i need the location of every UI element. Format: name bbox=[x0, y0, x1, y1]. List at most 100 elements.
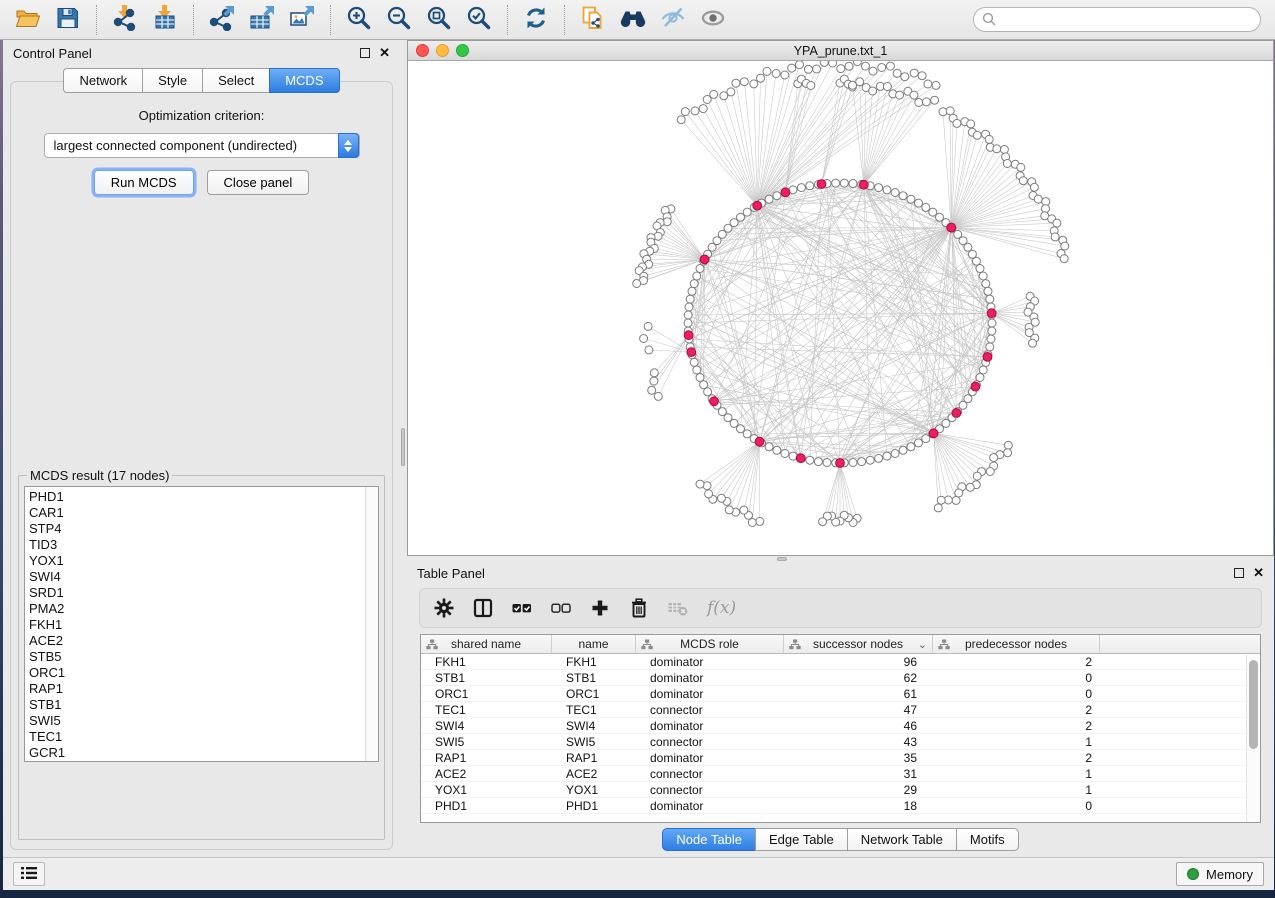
network-node[interactable] bbox=[883, 186, 891, 194]
tab-select[interactable]: Select bbox=[202, 68, 269, 93]
table-row[interactable]: ORC1ORC1dominator610 bbox=[421, 686, 1260, 702]
network-node[interactable] bbox=[823, 459, 831, 467]
network-node[interactable] bbox=[1000, 146, 1008, 154]
mcds-node[interactable] bbox=[983, 353, 992, 362]
mcds-result-item[interactable]: PHD1 bbox=[29, 489, 378, 505]
mcds-result-item[interactable]: SWI5 bbox=[29, 713, 378, 729]
network-node[interactable] bbox=[788, 64, 796, 72]
mcds-node[interactable] bbox=[987, 309, 996, 318]
mcds-result-item[interactable]: STB5 bbox=[29, 649, 378, 665]
network-node[interactable] bbox=[869, 67, 877, 75]
network-node[interactable] bbox=[986, 468, 994, 476]
network-node[interactable] bbox=[1017, 163, 1025, 171]
network-node[interactable] bbox=[915, 439, 923, 447]
network-node[interactable] bbox=[1060, 255, 1068, 263]
network-node[interactable] bbox=[737, 213, 745, 221]
network-node[interactable] bbox=[725, 506, 733, 514]
network-node[interactable] bbox=[640, 335, 648, 343]
window-close-icon[interactable] bbox=[416, 44, 429, 57]
network-node[interactable] bbox=[883, 83, 891, 91]
mcds-result-item[interactable]: TID3 bbox=[29, 537, 378, 553]
network-node[interactable] bbox=[1004, 449, 1012, 457]
mcds-node[interactable] bbox=[755, 437, 764, 446]
column-header-predecessor-nodes[interactable]: predecessor nodes bbox=[933, 635, 1100, 653]
network-node[interactable] bbox=[849, 180, 857, 188]
network-node[interactable] bbox=[648, 386, 656, 394]
task-history-button[interactable] bbox=[13, 862, 45, 886]
network-node[interactable] bbox=[875, 454, 883, 462]
window-maximize-icon[interactable] bbox=[456, 44, 469, 57]
mcds-result-list[interactable]: PHD1CAR1STP4TID3YOX1SWI4SRD1PMA2FKH1ACE2… bbox=[24, 486, 379, 762]
network-node[interactable] bbox=[690, 280, 698, 288]
mcds-node[interactable] bbox=[753, 201, 762, 210]
toggle-columns-icon[interactable] bbox=[473, 598, 493, 618]
mcds-result-item[interactable]: FKH1 bbox=[29, 617, 378, 633]
vertical-splitter[interactable] bbox=[400, 40, 407, 857]
mcds-node[interactable] bbox=[947, 223, 956, 232]
column-header-successor-nodes[interactable]: successor nodes⌄ bbox=[784, 635, 933, 653]
network-node[interactable] bbox=[832, 179, 840, 187]
column-header-name[interactable]: name bbox=[552, 635, 636, 653]
hide-selected-button[interactable] bbox=[653, 4, 693, 36]
network-node[interactable] bbox=[717, 494, 725, 502]
mcds-result-item[interactable]: GCR1 bbox=[29, 745, 378, 761]
network-node[interactable] bbox=[899, 192, 907, 200]
save-session-button[interactable] bbox=[48, 4, 88, 36]
mcds-result-item[interactable]: PMA2 bbox=[29, 601, 378, 617]
network-node[interactable] bbox=[990, 454, 998, 462]
network-node[interactable] bbox=[937, 496, 945, 504]
network-node[interactable] bbox=[861, 62, 869, 70]
network-node[interactable] bbox=[966, 483, 974, 491]
network-node[interactable] bbox=[688, 287, 696, 295]
zoom-out-button[interactable] bbox=[379, 4, 419, 36]
close-table-panel-icon[interactable]: ✕ bbox=[1253, 568, 1264, 578]
network-node[interactable] bbox=[763, 67, 771, 75]
float-table-panel-icon[interactable] bbox=[1234, 568, 1244, 578]
network-node[interactable] bbox=[875, 184, 883, 192]
table-row[interactable]: FKH1FKH1dominator962 bbox=[421, 654, 1260, 670]
network-node[interactable] bbox=[806, 456, 814, 464]
mcds-result-item[interactable]: RAP1 bbox=[29, 681, 378, 697]
network-node[interactable] bbox=[946, 107, 954, 115]
table-scrollbar-thumb[interactable] bbox=[1249, 660, 1258, 749]
network-node[interactable] bbox=[813, 65, 821, 73]
network-node[interactable] bbox=[804, 65, 812, 73]
network-node[interactable] bbox=[765, 443, 773, 451]
network-node[interactable] bbox=[686, 295, 694, 303]
tab-network-table[interactable]: Network Table bbox=[847, 828, 956, 851]
network-node[interactable] bbox=[633, 280, 641, 288]
network-node[interactable] bbox=[743, 208, 751, 216]
mcds-node[interactable] bbox=[817, 180, 826, 189]
table-row[interactable]: ACE2ACE2connector311 bbox=[421, 766, 1260, 782]
network-node[interactable] bbox=[915, 99, 923, 107]
network-node[interactable] bbox=[1004, 441, 1012, 449]
network-node[interactable] bbox=[896, 91, 904, 99]
delete-column-icon[interactable] bbox=[629, 598, 649, 618]
network-node[interactable] bbox=[748, 519, 756, 527]
network-node[interactable] bbox=[907, 195, 915, 203]
network-node[interactable] bbox=[757, 74, 765, 82]
network-node[interactable] bbox=[922, 98, 930, 106]
network-node[interactable] bbox=[869, 87, 877, 95]
network-node[interactable] bbox=[1051, 233, 1059, 241]
network-node[interactable] bbox=[982, 280, 990, 288]
table-scrollbar[interactable] bbox=[1246, 655, 1260, 822]
network-node[interactable] bbox=[740, 506, 748, 514]
network-node[interactable] bbox=[677, 116, 685, 124]
network-node[interactable] bbox=[705, 490, 713, 498]
network-node[interactable] bbox=[922, 435, 930, 443]
network-node[interactable] bbox=[699, 105, 707, 113]
network-node[interactable] bbox=[1003, 160, 1011, 168]
network-node[interactable] bbox=[915, 199, 923, 207]
tab-network[interactable]: Network bbox=[63, 68, 142, 93]
network-node[interactable] bbox=[700, 381, 708, 389]
network-node[interactable] bbox=[967, 120, 975, 128]
network-node[interactable] bbox=[973, 131, 981, 139]
network-node[interactable] bbox=[650, 377, 658, 385]
sort-chevron-icon[interactable]: ⌄ bbox=[918, 638, 927, 651]
table-row[interactable]: RAP1RAP1dominator352 bbox=[421, 750, 1260, 766]
network-node[interactable] bbox=[929, 208, 937, 216]
network-node[interactable] bbox=[772, 70, 780, 78]
network-node[interactable] bbox=[893, 69, 901, 77]
export-table-button[interactable] bbox=[242, 4, 282, 36]
